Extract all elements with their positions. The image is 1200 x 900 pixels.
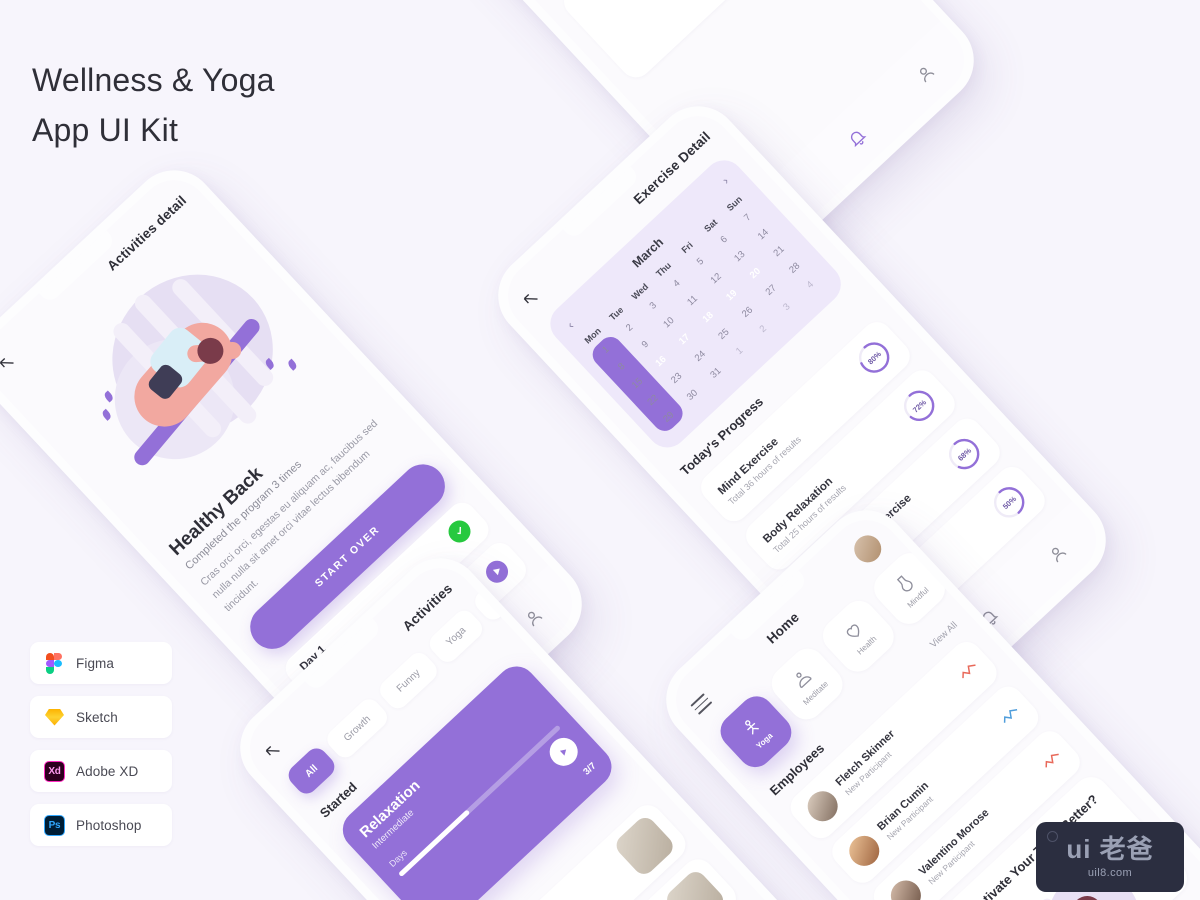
profile-icon[interactable] — [520, 604, 547, 631]
profile-icon[interactable] — [1044, 540, 1071, 567]
profile-icon[interactable] — [912, 60, 939, 87]
sparkline-icon — [1003, 708, 1018, 723]
feed-item[interactable] — [557, 0, 819, 84]
poster-stage: Wellness & Yoga App UI Kit Figma Sketch … — [0, 0, 1200, 900]
back-arrow-icon[interactable] — [0, 352, 18, 375]
sparkline-icon — [962, 664, 976, 679]
avatar — [843, 829, 886, 873]
back-arrow-icon[interactable] — [262, 740, 285, 763]
filter-chip-all[interactable]: All — [284, 744, 339, 799]
sketch-icon — [44, 707, 65, 728]
photoshop-mark: Ps — [44, 814, 65, 836]
back-arrow-icon[interactable] — [520, 288, 543, 311]
watermark-main: ui 老爸 — [1066, 833, 1154, 864]
adobe-xd-icon: Xd — [44, 760, 65, 782]
page-title: Wellness & Yoga App UI Kit — [32, 62, 275, 148]
software-badge-label: Sketch — [76, 709, 118, 725]
calendar-next-icon[interactable]: › — [715, 171, 735, 191]
bell-icon[interactable] — [843, 124, 870, 151]
avatar — [801, 785, 844, 828]
software-badge-sketch[interactable]: Sketch — [30, 696, 172, 738]
adobe-xd-mark: Xd — [44, 760, 65, 782]
software-badge-label: Figma — [76, 655, 115, 671]
software-badge-figma[interactable]: Figma — [30, 642, 172, 684]
photoshop-icon: Ps — [44, 814, 65, 836]
avatar — [884, 874, 928, 900]
sparkline-icon — [1045, 753, 1059, 768]
avatar[interactable] — [848, 529, 887, 568]
watermark-dot-icon — [1047, 831, 1058, 842]
multiday-thumbnail — [612, 813, 678, 879]
menu-icon[interactable] — [690, 693, 713, 715]
software-badge-label: Adobe XD — [76, 763, 139, 779]
multiday-thumbnail — [662, 867, 728, 900]
watermark-sub: uil8.com — [1087, 866, 1133, 879]
watermark: ui 老爸 uil8.com — [1036, 822, 1184, 892]
figma-icon — [44, 652, 65, 674]
software-badge-photoshop[interactable]: Ps Photoshop — [30, 804, 172, 846]
software-badge-list: Figma Sketch Xd Adobe XD Ps Photoshop — [30, 642, 172, 858]
calendar-prev-icon[interactable]: ‹ — [560, 315, 580, 335]
software-badge-adobe-xd[interactable]: Xd Adobe XD — [30, 750, 172, 792]
started-activity-ratio: 3/7 — [581, 760, 599, 778]
software-badge-label: Photoshop — [76, 817, 142, 833]
